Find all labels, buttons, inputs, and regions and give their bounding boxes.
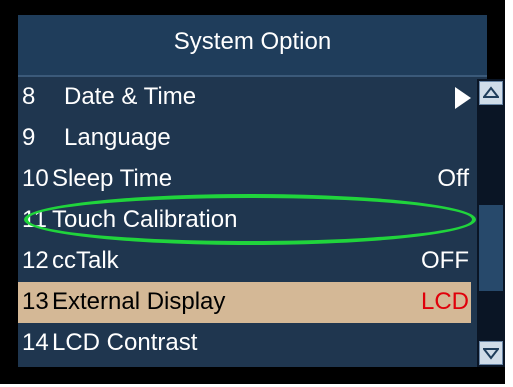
menu-item-cctalk[interactable]: 12 ccTalk OFF (18, 241, 471, 282)
menu-item-label: External Display (52, 288, 226, 315)
scroll-thumb[interactable] (479, 205, 503, 291)
menu-item-label: Date & Time (64, 83, 197, 110)
menu-item-label: Touch Calibration (52, 206, 238, 233)
settings-screen: System Option 8 Date & Time 9 Language 1… (18, 15, 505, 367)
chevron-right-icon (455, 87, 471, 109)
scroll-up-button[interactable] (479, 81, 503, 105)
menu-item-value: LCD (420, 288, 469, 315)
scroll-down-icon (483, 348, 499, 360)
menu-item-number: 14 (22, 329, 49, 356)
menu-item-lcd-contrast[interactable]: 14 LCD Contrast (18, 323, 471, 364)
scroll-up-icon (483, 86, 499, 98)
menu-item-number: 12 (22, 247, 49, 274)
menu-item-label: Sleep Time (52, 165, 173, 192)
scrollbar[interactable] (477, 79, 505, 367)
menu-item-number: 11 (22, 206, 47, 233)
menu-item-external-display[interactable]: 13 External Display LCD (18, 282, 471, 323)
menu-item-date-time[interactable]: 8 Date & Time (18, 77, 471, 118)
device-frame: System Option 8 Date & Time 9 Language 1… (0, 0, 505, 384)
menu-item-value: Off (437, 165, 469, 192)
menu-item-touch-calibration[interactable]: 11 Touch Calibration (18, 200, 471, 241)
scroll-down-button[interactable] (479, 341, 503, 365)
menu-item-sleep-time[interactable]: 10 Sleep Time Off (18, 159, 471, 200)
menu-item-number: 8 (22, 83, 36, 110)
menu-item-language[interactable]: 9 Language (18, 118, 471, 159)
menu-item-value: OFF (421, 247, 469, 274)
menu-item-number: 13 (22, 288, 49, 315)
menu-item-label: Language (64, 124, 171, 151)
menu-item-number: 10 (22, 165, 49, 192)
menu-item-label: ccTalk (52, 247, 119, 274)
menu-item-label: LCD Contrast (52, 329, 198, 356)
title-bar: System Option (18, 15, 487, 77)
menu-item-number: 9 (22, 124, 36, 151)
page-title: System Option (173, 28, 332, 55)
menu-list: 8 Date & Time 9 Language 10 Sleep Time O… (18, 77, 471, 367)
